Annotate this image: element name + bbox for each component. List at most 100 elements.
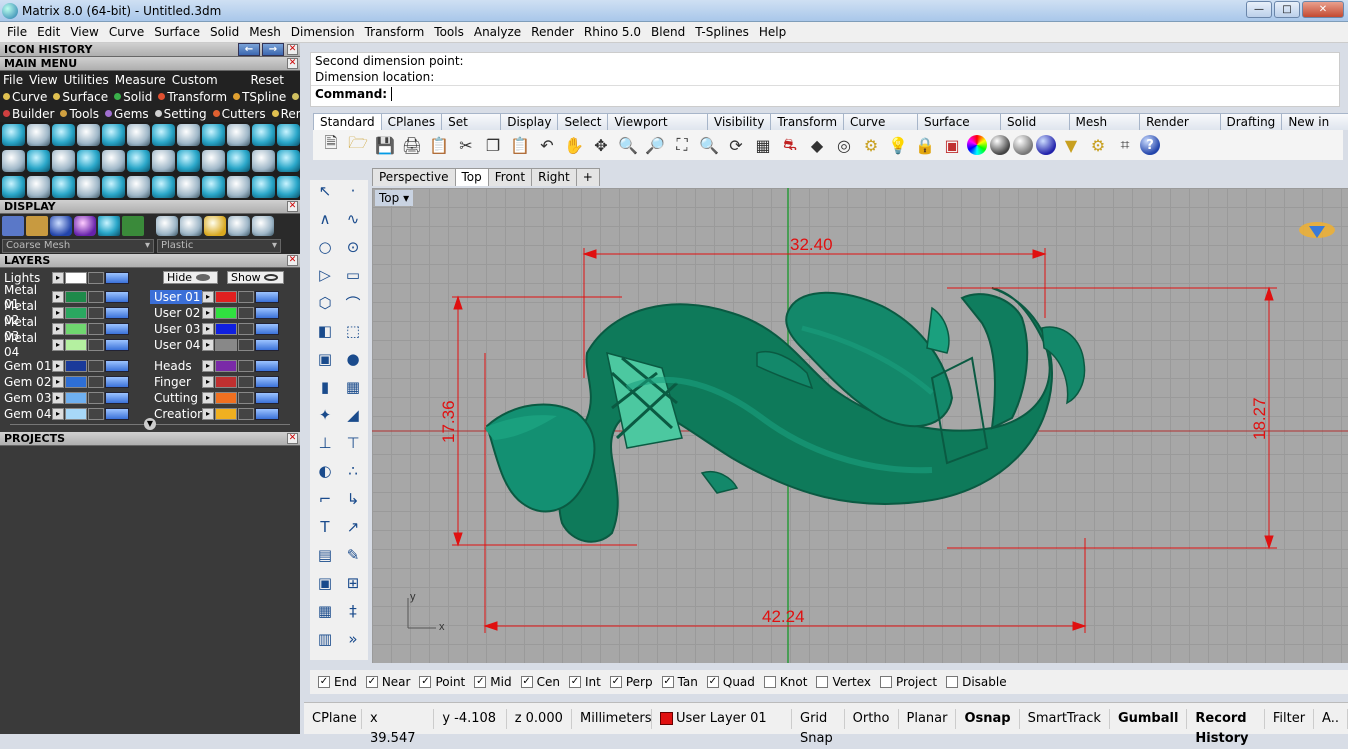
material-sphere-icon[interactable] [252, 216, 274, 236]
top-viewport[interactable]: 32.40 42.24 17.36 18.27 y x [372, 188, 1348, 663]
main-menu-item-solid[interactable]: Solid [111, 90, 155, 104]
tool-icon[interactable] [202, 150, 225, 172]
main-menu-item-custom[interactable]: Custom [169, 73, 221, 87]
main-menu-item-measure[interactable]: Measure [112, 73, 169, 87]
lock-icon[interactable] [88, 272, 104, 284]
lock-icon[interactable] [88, 291, 104, 303]
viewport-tab-perspective[interactable]: Perspective [372, 168, 456, 186]
status-toggle-ortho[interactable]: Ortho [845, 708, 899, 729]
layer-icon[interactable]: ▣ [940, 133, 964, 157]
layer-color-swatch[interactable] [65, 360, 87, 372]
osnap-checkbox[interactable]: ✓ [661, 676, 674, 688]
snap-icon[interactable]: ‡ [342, 600, 364, 622]
menu-item-solid[interactable]: Solid [205, 25, 244, 39]
lock-icon[interactable] [238, 360, 254, 372]
zoom-window-icon[interactable]: 🔎 [643, 133, 667, 157]
layer-color-swatch[interactable] [215, 360, 237, 372]
expand-arrow-icon[interactable]: ▸ [202, 307, 214, 319]
osnap-vertex[interactable]: Vertex [816, 675, 871, 689]
tab-standard[interactable]: Standard [313, 113, 382, 130]
layer-visibility-toggle[interactable] [105, 408, 129, 420]
main-menu-item-cutters[interactable]: Cutters [210, 107, 269, 121]
offset-icon[interactable]: ↳ [342, 488, 364, 510]
main-menu-item-tspline[interactable]: TSpline [230, 90, 289, 104]
layer-visibility-toggle[interactable] [105, 360, 129, 372]
menu-item-mesh[interactable]: Mesh [244, 25, 286, 39]
main-menu-item-gems[interactable]: Gems [102, 107, 152, 121]
osnap-near[interactable]: ✓ Near [365, 675, 410, 689]
osnap-checkbox[interactable]: ✓ [706, 676, 719, 688]
layer-color-swatch[interactable] [65, 392, 87, 404]
tool-icon[interactable] [52, 124, 75, 146]
polygon-icon[interactable]: ▷ [314, 264, 336, 286]
osnap-cen[interactable]: ✓ Cen [520, 675, 560, 689]
layer-color-swatch[interactable] [215, 291, 237, 303]
polyline-icon[interactable]: ∧ [314, 208, 336, 230]
osnap-int[interactable]: ✓ Int [568, 675, 601, 689]
fillet-icon[interactable]: ⌐ [314, 488, 336, 510]
expand-arrow-icon[interactable]: ▸ [202, 291, 214, 303]
layer-visibility-toggle[interactable] [105, 392, 129, 404]
tool-icon[interactable] [77, 176, 100, 198]
main-menu-item-utilities[interactable]: Utilities [61, 73, 112, 87]
cut-icon[interactable]: ✂ [454, 133, 478, 157]
collapse-arrow-icon[interactable]: ▼ [144, 418, 156, 430]
osnap-tan[interactable]: ✓ Tan [661, 675, 698, 689]
expand-arrow-icon[interactable]: ▸ [202, 376, 214, 388]
tab-select[interactable]: Select [557, 113, 609, 130]
four-viewports-icon[interactable]: ▦ [751, 133, 775, 157]
layer-row[interactable]: Gem 04 ▸ [0, 406, 150, 422]
rotate-view-icon[interactable]: ✥ [589, 133, 613, 157]
more-icon[interactable]: » [342, 628, 364, 650]
layer-row[interactable]: Gem 02 ▸ [0, 374, 150, 390]
expand-arrow-icon[interactable]: ▸ [202, 339, 214, 351]
main-menu-item-transform[interactable]: Transform [155, 90, 230, 104]
gold-sphere-icon[interactable] [204, 216, 226, 236]
expand-arrow-icon[interactable]: ▸ [52, 376, 64, 388]
hide-button[interactable]: Hide [163, 271, 218, 284]
lock-icon[interactable] [238, 339, 254, 351]
render-sphere-icon[interactable] [990, 135, 1010, 155]
lock-icon[interactable] [238, 323, 254, 335]
lock-icon[interactable] [88, 339, 104, 351]
main-menu-item-render[interactable]: Render [269, 107, 300, 121]
layer-color-swatch[interactable] [215, 376, 237, 388]
hexagon-icon[interactable]: ⬡ [314, 292, 336, 314]
sweep-icon[interactable]: ⬚ [342, 320, 364, 342]
lock-icon[interactable] [88, 307, 104, 319]
layer-row[interactable]: Gem 03 ▸ [0, 390, 150, 406]
expand-arrow-icon[interactable]: ▸ [202, 408, 214, 420]
tool-icon[interactable] [277, 176, 300, 198]
technical-icon[interactable] [122, 216, 144, 236]
rendered-icon[interactable] [50, 216, 72, 236]
lock-icon[interactable]: 🔒 [913, 133, 937, 157]
points-on-icon[interactable]: ⚙ [859, 133, 883, 157]
status-toggle-gumball[interactable]: Gumball [1110, 708, 1188, 729]
command-input[interactable]: Command: [311, 85, 1339, 101]
close-icon[interactable]: ✕ [287, 58, 298, 69]
main-menu-item-curve[interactable]: Curve [0, 90, 50, 104]
layer-row[interactable]: Finger ▸ [150, 374, 300, 390]
zoom-selected-icon[interactable]: 🔍 [697, 133, 721, 157]
layer-row[interactable]: User 01 ▸ [150, 289, 300, 305]
pan-hand-icon[interactable]: ✋ [562, 133, 586, 157]
status-toggle-grid-snap[interactable]: Grid Snap [792, 708, 845, 746]
tool-icon[interactable] [177, 124, 200, 146]
menu-item-analyze[interactable]: Analyze [469, 25, 526, 39]
color-wheel-icon[interactable] [967, 135, 987, 155]
menu-item-rhino-5-0[interactable]: Rhino 5.0 [579, 25, 646, 39]
layer-color-swatch[interactable] [65, 323, 87, 335]
osnap-project[interactable]: Project [880, 675, 937, 689]
print-icon[interactable]: 🖨 [400, 133, 424, 157]
menu-item-blend[interactable]: Blend [646, 25, 690, 39]
layer-visibility-toggle[interactable] [255, 323, 279, 335]
tab-new-in-v5[interactable]: New in V5 [1281, 113, 1348, 145]
layer-color-swatch[interactable] [65, 307, 87, 319]
box-icon[interactable]: ▣ [314, 348, 336, 370]
curve-icon[interactable]: ∿ [342, 208, 364, 230]
tool-icon[interactable] [252, 124, 275, 146]
viewport-tab-right[interactable]: Right [531, 168, 577, 186]
osnap-checkbox[interactable] [763, 676, 776, 688]
osnap-checkbox[interactable]: ✓ [609, 676, 622, 688]
transform-icon[interactable]: ✦ [314, 404, 336, 426]
